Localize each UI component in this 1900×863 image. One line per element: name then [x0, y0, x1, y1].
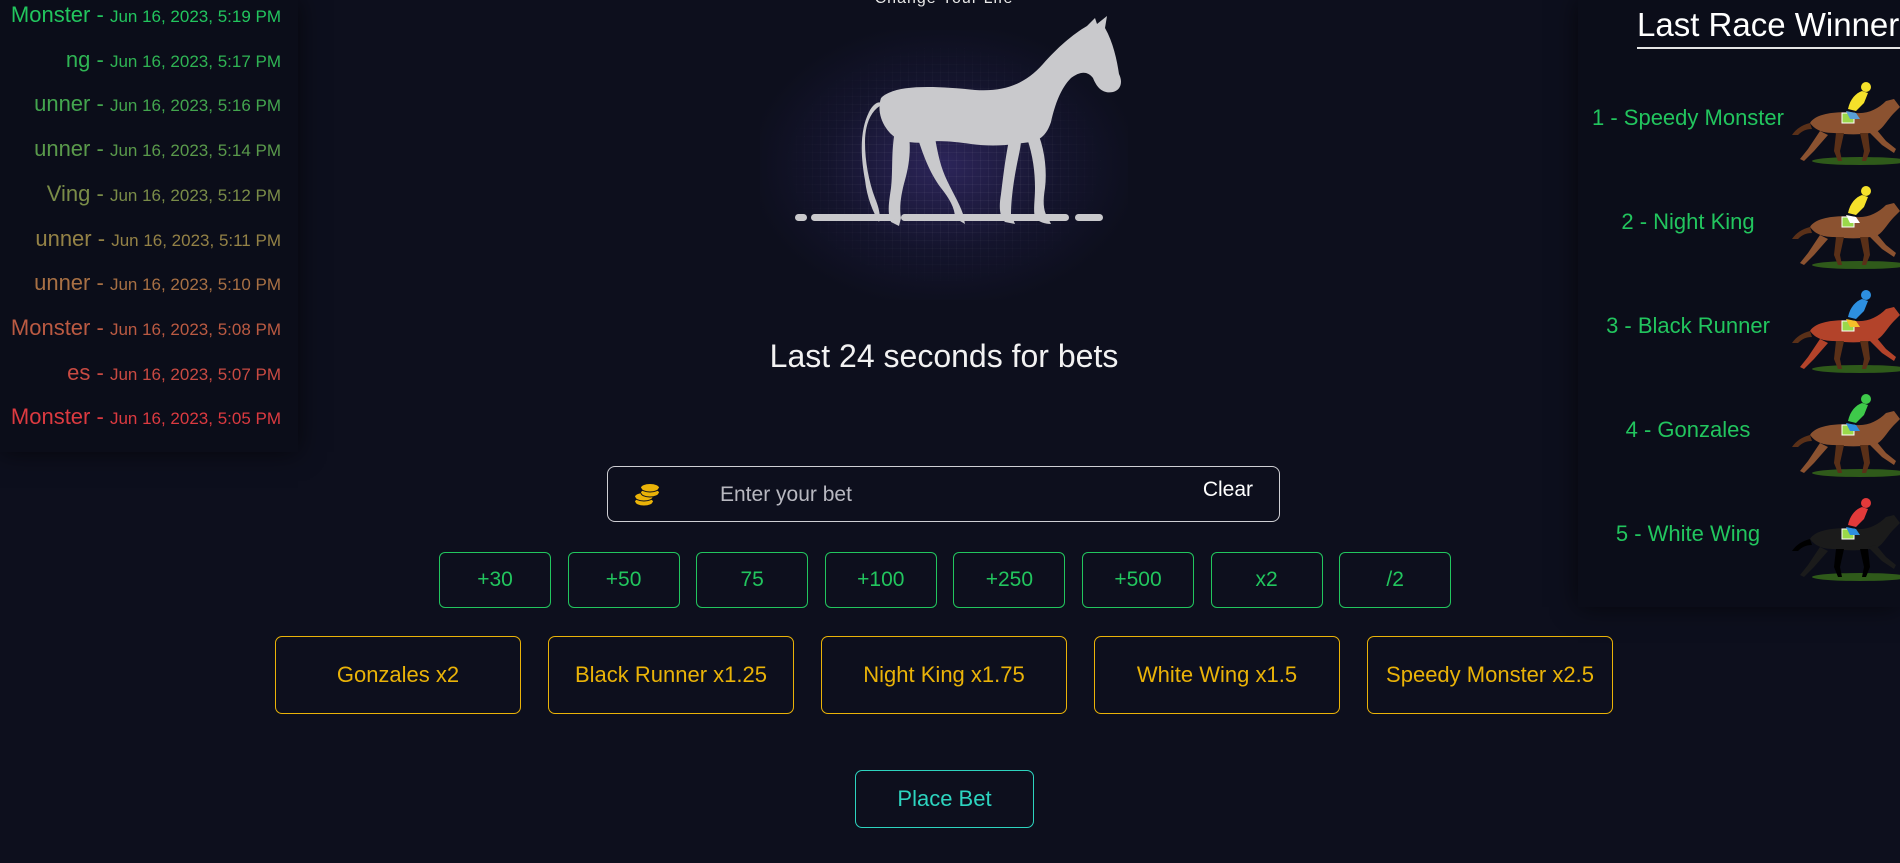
- winner-item-label: 2 - Night King: [1621, 209, 1755, 234]
- bet-chip-button[interactable]: +500: [1082, 552, 1194, 608]
- racehorse-icon: [1790, 281, 1900, 377]
- history-item: unner - Jun 16, 2023, 5:16 PM: [34, 91, 281, 117]
- history-date: Jun 16, 2023, 5:11 PM: [111, 230, 281, 250]
- history-item: es - Jun 16, 2023, 5:07 PM: [67, 359, 281, 385]
- horse-option-button[interactable]: Speedy Monster x2.5: [1367, 636, 1613, 714]
- bet-amount-input[interactable]: [718, 476, 1162, 514]
- horse-icon: [795, 16, 1121, 226]
- horse-option-button[interactable]: White Wing x1.5: [1094, 636, 1340, 714]
- history-date: Jun 16, 2023, 5:10 PM: [109, 275, 281, 295]
- history-horse-name: Monster: [10, 2, 91, 27]
- racehorse-icon: [1790, 385, 1900, 481]
- history-horse-name: es: [67, 359, 91, 385]
- history-date: Jun 16, 2023, 5:12 PM: [109, 185, 281, 205]
- history-item: Monster - Jun 16, 2023, 5:08 PM: [10, 314, 281, 340]
- history-date: Jun 16, 2023, 5:17 PM: [109, 51, 281, 71]
- winner-item-label: 3 - Black Runner: [1606, 313, 1770, 338]
- app-root: Monster - Jun 16, 2023, 5:19 PM ng - Jun …: [0, 0, 1900, 863]
- horse-option-button[interactable]: Gonzales x2: [275, 636, 521, 714]
- racehorse-icon: [1790, 73, 1900, 169]
- title-underline: [1637, 47, 1900, 49]
- winner-item-label: 4 - Gonzales: [1625, 417, 1751, 442]
- history-item: Ving - Jun 16, 2023, 5:12 PM: [46, 180, 281, 206]
- history-item: Monster - Jun 16, 2023, 5:05 PM: [10, 404, 281, 430]
- tagline: Change Your Life: [800, 0, 1088, 8]
- history-item: ng - Jun 16, 2023, 5:17 PM: [65, 46, 281, 72]
- history-date: Jun 16, 2023, 5:16 PM: [109, 96, 281, 116]
- last-race-winners-panel: Last Race Winners 1 - Speedy Monster 2 - …: [1578, 0, 1900, 607]
- history-horse-name: Monster: [10, 314, 91, 340]
- history-item: unner - Jun 16, 2023, 5:10 PM: [34, 270, 281, 296]
- horse-option-button[interactable]: Black Runner x1.25: [548, 636, 794, 714]
- history-horse-name: unner: [34, 91, 91, 117]
- history-item: unner - Jun 16, 2023, 5:11 PM: [35, 225, 281, 251]
- history-horse-name: unner: [34, 136, 91, 162]
- racehorse-icon: [1790, 489, 1900, 585]
- racehorse-icon: [1790, 177, 1900, 273]
- history-date: Jun 16, 2023, 5:14 PM: [109, 141, 281, 161]
- bet-chip-button[interactable]: +50: [567, 552, 680, 608]
- bet-chip-button[interactable]: x2: [1210, 552, 1323, 608]
- history-horse-name: unner: [35, 225, 92, 251]
- horse-option-button[interactable]: Night King x1.75: [821, 636, 1067, 714]
- history-date: Jun 16, 2023, 5:05 PM: [109, 409, 281, 429]
- history-horse-name: Ving: [46, 180, 91, 206]
- history-item: Monster - Jun 16, 2023, 5:19 PM: [10, 2, 281, 27]
- race-history-panel: Monster - Jun 16, 2023, 5:19 PM ng - Jun …: [0, 0, 298, 452]
- bet-chip-button[interactable]: 75: [696, 552, 809, 608]
- winner-item-label: 5 - White Wing: [1615, 521, 1761, 546]
- countdown-text: Last 24 seconds for bets: [769, 338, 1119, 374]
- bet-input-group: Clear: [607, 466, 1280, 522]
- history-item: unner - Jun 16, 2023, 5:14 PM: [34, 136, 281, 162]
- bet-chip-button[interactable]: +250: [953, 552, 1066, 608]
- clear-button[interactable]: Clear: [1203, 478, 1253, 502]
- history-date: Jun 16, 2023, 5:08 PM: [109, 319, 281, 339]
- place-bet-button[interactable]: Place Bet: [855, 770, 1034, 828]
- bet-chip-button[interactable]: /2: [1339, 552, 1452, 608]
- winners-title: Last Race Winners: [1637, 6, 1900, 43]
- history-horse-name: ng: [65, 46, 91, 72]
- history-horse-name: unner: [34, 270, 91, 296]
- winner-item-label: 1 - Speedy Monster: [1592, 105, 1784, 130]
- bet-chip-button[interactable]: +30: [439, 552, 551, 608]
- history-date: Jun 16, 2023, 5:19 PM: [109, 7, 281, 26]
- history-horse-name: Monster: [10, 404, 91, 430]
- history-date: Jun 16, 2023, 5:07 PM: [109, 364, 281, 384]
- coins-icon: [634, 484, 660, 507]
- bet-chip-button[interactable]: +100: [824, 552, 937, 608]
